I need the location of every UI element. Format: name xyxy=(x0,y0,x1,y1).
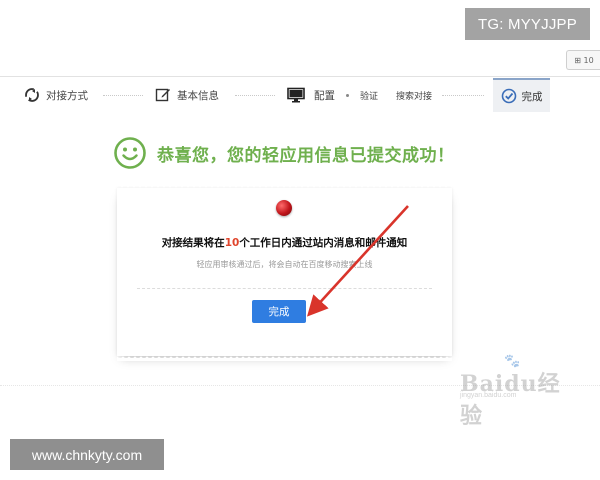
result-message-suffix: 个工作日内通过站内消息和邮件通知 xyxy=(239,237,408,249)
result-sub-message: 轻应用审核通过后，将会自动在百度移动搜索上线 xyxy=(196,260,373,269)
step-6-active: 完成 xyxy=(493,78,550,112)
card-serrated-top xyxy=(117,183,452,189)
check-circle-icon xyxy=(501,88,516,104)
step-3-label: 配置 xyxy=(314,89,335,102)
smiley-icon xyxy=(114,137,146,169)
watermark-sub: jingyan.baidu.com xyxy=(460,392,517,399)
red-ball-icon xyxy=(276,200,292,216)
step-2: 基本信息 xyxy=(155,78,219,112)
monitor-icon xyxy=(287,87,305,103)
step-4: 验证 xyxy=(346,78,378,112)
step-1-label: 对接方式 xyxy=(46,89,88,102)
top-divider xyxy=(0,76,600,77)
card-serrated-bottom xyxy=(117,355,452,361)
step-1: 对接方式 xyxy=(24,78,88,112)
step-connector xyxy=(442,95,484,96)
card-divider xyxy=(137,288,432,289)
success-title: 恭喜您，您的轻应用信息已提交成功！ xyxy=(157,145,455,166)
step-3: 配置 xyxy=(287,78,335,112)
result-card: 对接结果将在10个工作日内通过站内消息和邮件通知 轻应用审核通过后，将会自动在百… xyxy=(117,183,452,361)
step-connector xyxy=(235,95,275,96)
refresh-icon xyxy=(25,88,39,102)
result-message-prefix: 对接结果将在 xyxy=(161,237,225,249)
step-5-label: 搜索对接 xyxy=(396,91,433,102)
step-4-label: 验证 xyxy=(360,91,379,102)
step-6-label: 完成 xyxy=(521,90,543,103)
tg-watermark-label: TG: MYYJJPP xyxy=(465,8,590,40)
dot-icon xyxy=(346,93,349,97)
edit-icon xyxy=(155,88,170,102)
result-message: 对接结果将在10个工作日内通过站内消息和邮件通知 xyxy=(117,235,452,250)
result-message-number: 10 xyxy=(224,237,240,249)
done-button[interactable]: 完成 xyxy=(252,300,306,323)
corner-tab[interactable]: ⊞ 10 xyxy=(566,50,600,70)
site-watermark-label: www.chnkyty.com xyxy=(10,439,164,470)
success-header: 恭喜您，您的轻应用信息已提交成功！ xyxy=(113,133,455,173)
step-5: 搜索对接 xyxy=(396,78,432,112)
step-connector xyxy=(103,95,143,96)
baidu-jingyan-watermark: 🐾 Baidu经验 jingyan.baidu.com xyxy=(460,354,580,429)
step-2-label: 基本信息 xyxy=(177,89,219,102)
